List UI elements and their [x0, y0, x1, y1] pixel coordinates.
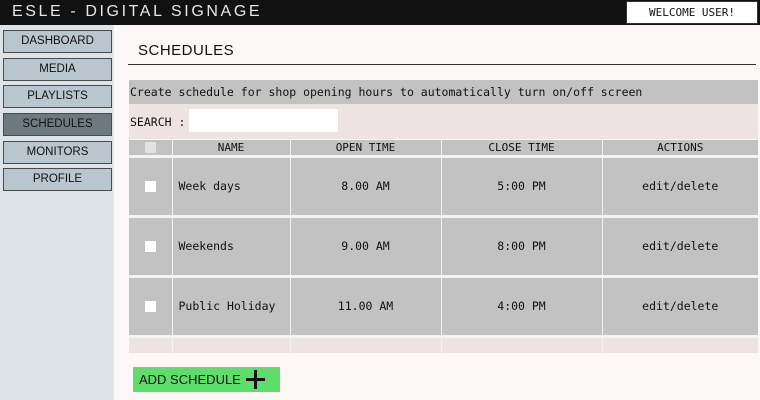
filler-cell	[171, 334, 290, 353]
table-filler-row	[129, 334, 758, 353]
schedule-name: Public Holiday	[171, 274, 290, 336]
description-banner: Create schedule for shop opening hours t…	[129, 80, 758, 104]
open-time: 9.00 AM	[289, 214, 441, 276]
select-all-cell	[129, 140, 172, 156]
title-divider	[128, 64, 756, 65]
close-time: 4:00 PM	[440, 274, 602, 336]
page-title: SCHEDULES	[138, 42, 235, 59]
top-bar: ESLE - DIGITAL SIGNAGE WELCOME USER!	[0, 0, 760, 25]
filler-cell	[440, 334, 602, 353]
add-schedule-button[interactable]: ADD SCHEDULE	[133, 367, 280, 392]
close-time: 8:00 PM	[440, 214, 602, 276]
edit-delete-link[interactable]: edit/delete	[601, 154, 758, 216]
add-schedule-label: ADD SCHEDULE	[139, 372, 241, 387]
sidebar: DASHBOARD MEDIA PLAYLISTS SCHEDULES MONI…	[0, 25, 114, 400]
filler-cell	[601, 334, 758, 353]
open-time: 11.00 AM	[289, 274, 441, 336]
column-header-open-time: OPEN TIME	[289, 140, 441, 156]
row-select-cell	[129, 154, 172, 216]
row-checkbox[interactable]	[144, 301, 156, 312]
edit-delete-link[interactable]: edit/delete	[601, 214, 758, 276]
filler-cell	[129, 334, 172, 353]
column-header-actions: ACTIONS	[601, 140, 758, 156]
filler-cell	[289, 334, 441, 353]
schedule-name: Weekends	[171, 214, 290, 276]
table-row: Public Holiday 11.00 AM 4:00 PM edit/del…	[129, 274, 758, 336]
column-header-close-time: CLOSE TIME	[440, 140, 602, 156]
table-header-row: NAME OPEN TIME CLOSE TIME ACTIONS	[129, 140, 758, 156]
column-header-name: NAME	[171, 140, 290, 156]
row-checkbox[interactable]	[144, 241, 156, 252]
sidebar-item-profile[interactable]: PROFILE	[3, 168, 112, 191]
search-row: SEARCH :	[129, 104, 758, 139]
edit-delete-link[interactable]: edit/delete	[601, 274, 758, 336]
table-row: Week days 8.00 AM 5:00 PM edit/delete	[129, 154, 758, 216]
plus-icon	[246, 370, 265, 389]
main-content: SCHEDULES Create schedule for shop openi…	[114, 25, 760, 400]
sidebar-item-media[interactable]: MEDIA	[3, 58, 112, 81]
table-row: Weekends 9.00 AM 8:00 PM edit/delete	[129, 214, 758, 276]
welcome-user-label: WELCOME USER!	[626, 1, 758, 24]
open-time: 8.00 AM	[289, 154, 441, 216]
row-checkbox[interactable]	[144, 181, 156, 192]
row-select-cell	[129, 274, 172, 336]
search-input[interactable]	[189, 109, 338, 132]
row-select-cell	[129, 214, 172, 276]
schedules-table: NAME OPEN TIME CLOSE TIME ACTIONS Week d…	[129, 140, 758, 353]
sidebar-item-monitors[interactable]: MONITORS	[3, 141, 112, 164]
search-label: SEARCH :	[130, 115, 186, 129]
sidebar-item-dashboard[interactable]: DASHBOARD	[3, 30, 112, 53]
sidebar-item-schedules[interactable]: SCHEDULES	[3, 113, 112, 136]
schedule-name: Week days	[171, 154, 290, 216]
sidebar-item-playlists[interactable]: PLAYLISTS	[3, 85, 112, 108]
app-title: ESLE - DIGITAL SIGNAGE	[12, 3, 263, 20]
close-time: 5:00 PM	[440, 154, 602, 216]
select-all-checkbox[interactable]	[144, 142, 156, 154]
